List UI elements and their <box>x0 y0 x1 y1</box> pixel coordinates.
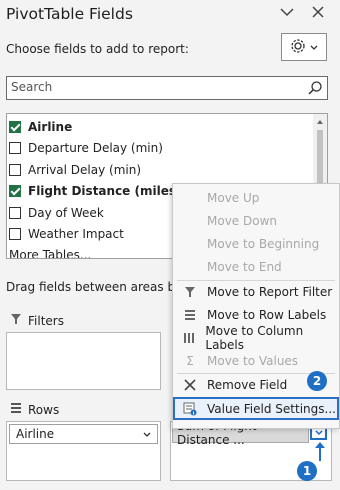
menu-item-value-field-settings[interactable]: Value Field Settings... <box>173 397 339 420</box>
field-item[interactable]: Departure Delay (min) <box>9 138 163 158</box>
rows-label: Rows <box>28 402 60 417</box>
checkbox[interactable] <box>9 142 21 154</box>
menu-item-label: Move to Beginning <box>207 236 320 251</box>
filters-area-label: Filters <box>10 313 64 328</box>
menu-item-label: Move to Column Labels <box>205 323 304 352</box>
row-labels-icon <box>10 402 22 417</box>
row-labels-icon <box>173 309 207 321</box>
checkbox[interactable] <box>9 228 21 240</box>
annotation-arrow <box>314 442 326 465</box>
menu-item-move-to-beginning[interactable]: Move to Beginning <box>173 232 339 255</box>
step-2-badge: 2 <box>307 371 327 391</box>
menu-item-label: Move Down <box>207 213 277 228</box>
filter-icon <box>10 313 22 328</box>
rows-area-label: Rows <box>10 402 59 417</box>
field-label: Day of Week <box>28 206 104 220</box>
field-label: Departure Delay (min) <box>28 141 163 155</box>
checkbox-checked[interactable] <box>9 121 21 133</box>
field-label: Arrival Delay (min) <box>28 163 142 177</box>
menu-item-move-down[interactable]: Move Down <box>173 209 339 232</box>
filters-label: Filters <box>28 313 64 328</box>
search-box[interactable]: Search <box>6 76 328 100</box>
filters-drop-area[interactable] <box>6 332 161 390</box>
step-1-badge: 1 <box>297 461 317 481</box>
more-tables-link[interactable]: More Tables... <box>9 245 91 258</box>
chevron-down-icon <box>143 427 151 441</box>
gear-icon <box>290 38 306 57</box>
field-label: Weather Impact <box>28 227 124 241</box>
context-menu: Move Up Move Down Move to Beginning Move… <box>172 183 340 429</box>
panel-title: PivotTable Fields <box>6 5 133 23</box>
menu-item-label: Move to Report Filter <box>207 284 333 299</box>
field-label: Airline <box>28 120 73 134</box>
checkbox[interactable] <box>9 164 21 176</box>
menu-item-label: Value Field Settings... <box>207 401 336 416</box>
search-input[interactable]: Search <box>11 80 52 94</box>
checkbox-checked[interactable] <box>9 185 21 197</box>
remove-x-icon <box>173 378 207 391</box>
field-label: Flight Distance (miles) <box>28 184 182 198</box>
choose-fields-label: Choose fields to add to report: <box>6 42 189 56</box>
chevron-down-icon <box>310 40 318 54</box>
menu-item-move-up[interactable]: Move Up <box>173 186 339 209</box>
field-item[interactable]: Flight Distance (miles) <box>9 181 181 201</box>
menu-item-move-to-end[interactable]: Move to End <box>173 255 339 278</box>
field-item[interactable]: Airline <box>9 117 72 137</box>
menu-item-label: Remove Field <box>207 377 288 392</box>
search-icon <box>307 80 323 99</box>
more-tables-label[interactable]: More Tables... <box>9 248 91 258</box>
rows-drop-area: Airline <box>6 421 161 481</box>
value-settings-icon <box>173 402 207 416</box>
menu-item-move-to-column-labels[interactable]: Move to Column Labels <box>173 323 339 352</box>
checkbox[interactable] <box>9 207 21 219</box>
column-labels-icon <box>173 332 205 344</box>
menu-item-move-to-values[interactable]: Σ Move to Values <box>173 349 339 372</box>
chevron-down-icon[interactable] <box>279 5 295 23</box>
menu-item-label: Move to Values <box>207 353 299 368</box>
rows-field-label: Airline <box>16 427 55 441</box>
menu-item-label: Move Up <box>207 190 260 205</box>
field-item[interactable]: Day of Week <box>9 203 104 223</box>
drag-instructions: Drag fields between areas belo <box>6 280 194 294</box>
rows-field-dropdown[interactable]: Airline <box>9 424 158 444</box>
filter-icon <box>173 286 207 298</box>
menu-item-move-to-report-filter[interactable]: Move to Report Filter <box>173 280 339 303</box>
close-icon[interactable] <box>311 5 325 23</box>
menu-item-label: Move to Row Labels <box>207 307 327 322</box>
field-item[interactable]: Arrival Delay (min) <box>9 160 141 180</box>
sigma-icon: Σ <box>186 353 194 368</box>
field-item[interactable]: Weather Impact <box>9 224 124 244</box>
tools-settings-button[interactable] <box>281 33 327 61</box>
menu-item-label: Move to End <box>207 259 282 274</box>
